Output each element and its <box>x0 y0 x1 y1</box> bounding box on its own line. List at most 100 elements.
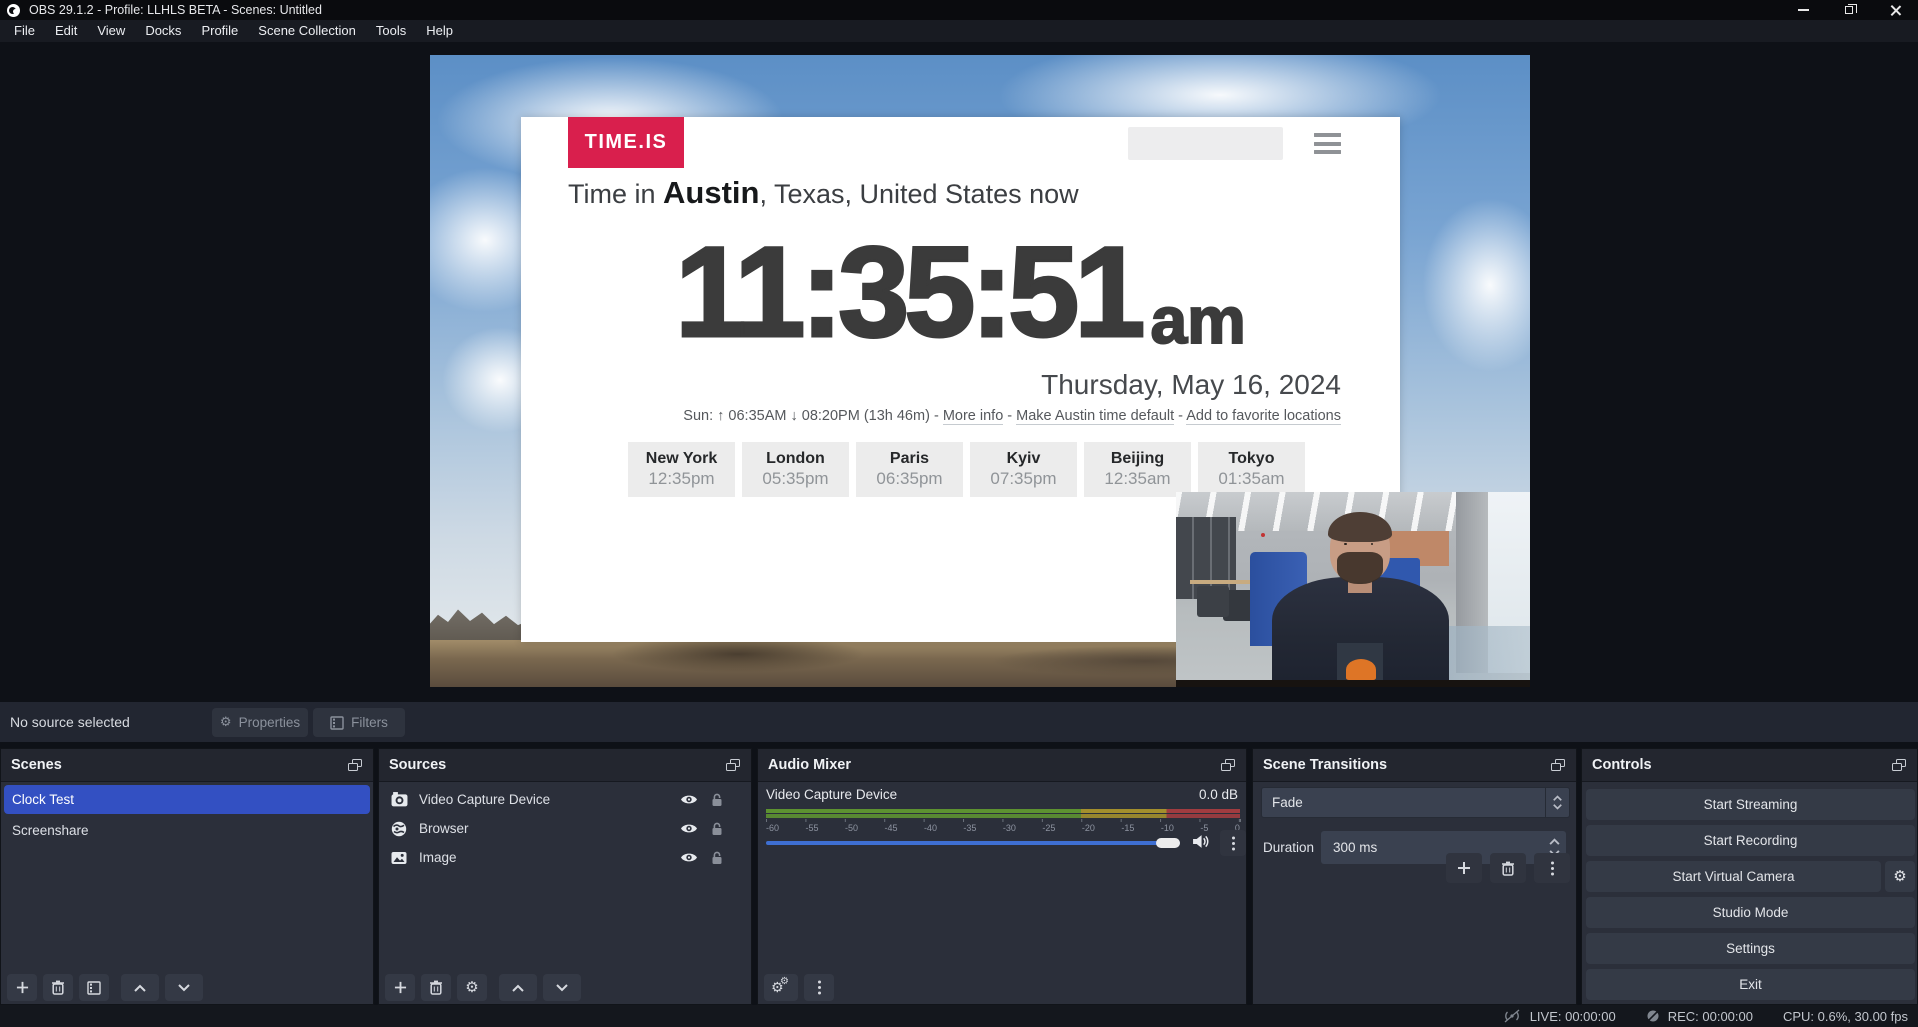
preview-canvas[interactable]: TIME.IS Time in Austin, Texas, United St… <box>430 55 1530 687</box>
close-button[interactable] <box>1872 0 1918 20</box>
menu-item[interactable]: View <box>87 20 135 42</box>
exit-button[interactable]: Exit <box>1586 969 1915 1000</box>
source-item-image[interactable]: Image <box>382 843 748 872</box>
filters-button[interactable]: Filters <box>313 708 405 737</box>
popout-icon[interactable] <box>1550 758 1566 772</box>
start-streaming-button[interactable]: Start Streaming <box>1586 789 1915 820</box>
chevron-down-icon <box>556 984 568 992</box>
scene-transitions-dock: Scene Transitions Fade Duration 300 ms <box>1252 748 1577 1005</box>
transitions-buttons <box>1446 853 1570 883</box>
duration-value: 300 ms <box>1333 840 1377 855</box>
city-time-box: New York 12:35pm <box>628 442 735 497</box>
city-time-box: Paris 06:35pm <box>856 442 963 497</box>
menu-item[interactable]: Docks <box>135 20 191 42</box>
add-scene-button[interactable] <box>7 974 37 1001</box>
restore-button[interactable] <box>1826 0 1872 20</box>
mixer-channel-menu-button[interactable] <box>1220 830 1246 856</box>
timeis-heading: Time in Austin, Texas, United States now <box>568 175 1079 211</box>
minimize-button[interactable] <box>1780 0 1826 20</box>
source-properties-button[interactable]: ⚙ <box>457 974 487 1001</box>
start-recording-button[interactable]: Start Recording <box>1586 825 1915 856</box>
double-gear-icon: ⚙⚙ <box>771 979 791 997</box>
transition-select-spinner[interactable] <box>1545 788 1569 817</box>
webcam-chairs <box>1197 586 1229 617</box>
controls-dock: Controls Start Streaming Start Recording… <box>1581 748 1918 1005</box>
advanced-audio-button[interactable]: ⚙⚙ <box>764 974 798 1001</box>
menu-item[interactable]: Tools <box>366 20 416 42</box>
lock-icon[interactable] <box>711 822 723 836</box>
visibility-eye-icon[interactable] <box>680 822 698 835</box>
properties-button[interactable]: ⚙ Properties <box>212 708 308 737</box>
sources-list: Video Capture Device Browser Image <box>382 785 748 872</box>
volume-slider-handle[interactable] <box>1156 838 1180 848</box>
filter-icon <box>87 981 101 995</box>
scene-item-screenshare[interactable]: Screenshare <box>4 816 370 845</box>
lock-icon[interactable] <box>711 851 723 865</box>
menu-item[interactable]: Profile <box>191 20 248 42</box>
timeis-link: Add to favorite locations <box>1186 408 1341 425</box>
menu-item[interactable]: Help <box>416 20 463 42</box>
remove-source-button[interactable] <box>421 974 451 1001</box>
db-tick-label: -50 <box>845 823 858 833</box>
db-tick-label: -35 <box>963 823 976 833</box>
webcam-bottom-bar <box>1176 680 1530 687</box>
move-source-up-button[interactable] <box>499 974 537 1001</box>
source-item-video-capture[interactable]: Video Capture Device <box>382 785 748 814</box>
virtual-camera-settings-button[interactable]: ⚙ <box>1885 861 1915 892</box>
scenes-list: Clock Test Screenshare <box>4 785 370 847</box>
camera-icon <box>391 792 409 807</box>
mixer-channel-row: Video Capture Device 0.0 dB <box>766 787 1238 802</box>
mixer-toolbar: ⚙⚙ <box>758 971 1246 1004</box>
remove-transition-button[interactable] <box>1490 853 1526 883</box>
move-source-down-button[interactable] <box>543 974 581 1001</box>
timeis-logo: TIME.IS <box>568 117 684 168</box>
move-scene-down-button[interactable] <box>165 974 203 1001</box>
menu-item[interactable]: File <box>4 20 45 42</box>
popout-icon[interactable] <box>347 758 363 772</box>
timeis-link: Make Austin time default <box>1016 408 1174 425</box>
timeis-sun-info: Sun: ↑ 06:35AM ↓ 08:20PM (13h 46m) - Mor… <box>683 408 1341 424</box>
scene-item-clock-test[interactable]: Clock Test <box>4 785 370 814</box>
city-time-box: Beijing 12:35am <box>1084 442 1191 497</box>
volume-slider[interactable] <box>766 841 1180 845</box>
restore-icon <box>1845 6 1853 14</box>
popout-icon[interactable] <box>725 758 741 772</box>
transition-properties-button[interactable] <box>1534 853 1570 883</box>
city-name: Paris <box>856 450 963 468</box>
studio-mode-button[interactable]: Studio Mode <box>1586 897 1915 928</box>
db-tick-label: -5 <box>1200 823 1208 833</box>
start-virtual-camera-button[interactable]: Start Virtual Camera <box>1586 861 1881 892</box>
settings-button[interactable]: Settings <box>1586 933 1915 964</box>
remove-scene-button[interactable] <box>43 974 73 1001</box>
transition-selected-value: Fade <box>1262 795 1545 810</box>
chevron-down-icon <box>1553 804 1562 810</box>
city-name: Beijing <box>1084 450 1191 468</box>
db-tick-label: -60 <box>766 823 779 833</box>
transitions-header: Scene Transitions <box>1253 749 1576 782</box>
plus-icon <box>16 981 29 994</box>
plus-icon <box>394 981 407 994</box>
volume-meter <box>766 814 1240 818</box>
source-item-browser[interactable]: Browser <box>382 814 748 843</box>
city-time: 06:35pm <box>856 469 963 489</box>
scene-filters-button[interactable] <box>79 974 109 1001</box>
add-source-button[interactable] <box>385 974 415 1001</box>
city-name: Tokyo <box>1198 450 1305 468</box>
menu-item[interactable]: Edit <box>45 20 87 42</box>
popout-icon[interactable] <box>1220 758 1236 772</box>
city-name: Kyiv <box>970 450 1077 468</box>
lock-icon[interactable] <box>711 793 723 807</box>
add-transition-button[interactable] <box>1446 853 1482 883</box>
transition-select[interactable]: Fade <box>1261 787 1570 818</box>
move-scene-up-button[interactable] <box>121 974 159 1001</box>
visibility-eye-icon[interactable] <box>680 793 698 806</box>
webcam-video-source[interactable] <box>1176 492 1530 687</box>
mixer-menu-button[interactable] <box>804 974 834 1001</box>
chevron-up-icon <box>512 984 524 992</box>
mixer-channel-name: Video Capture Device <box>766 787 897 802</box>
globe-icon <box>391 821 409 837</box>
visibility-eye-icon[interactable] <box>680 851 698 864</box>
popout-icon[interactable] <box>1891 758 1907 772</box>
menu-item[interactable]: Scene Collection <box>248 20 366 42</box>
speaker-icon[interactable] <box>1192 834 1209 854</box>
